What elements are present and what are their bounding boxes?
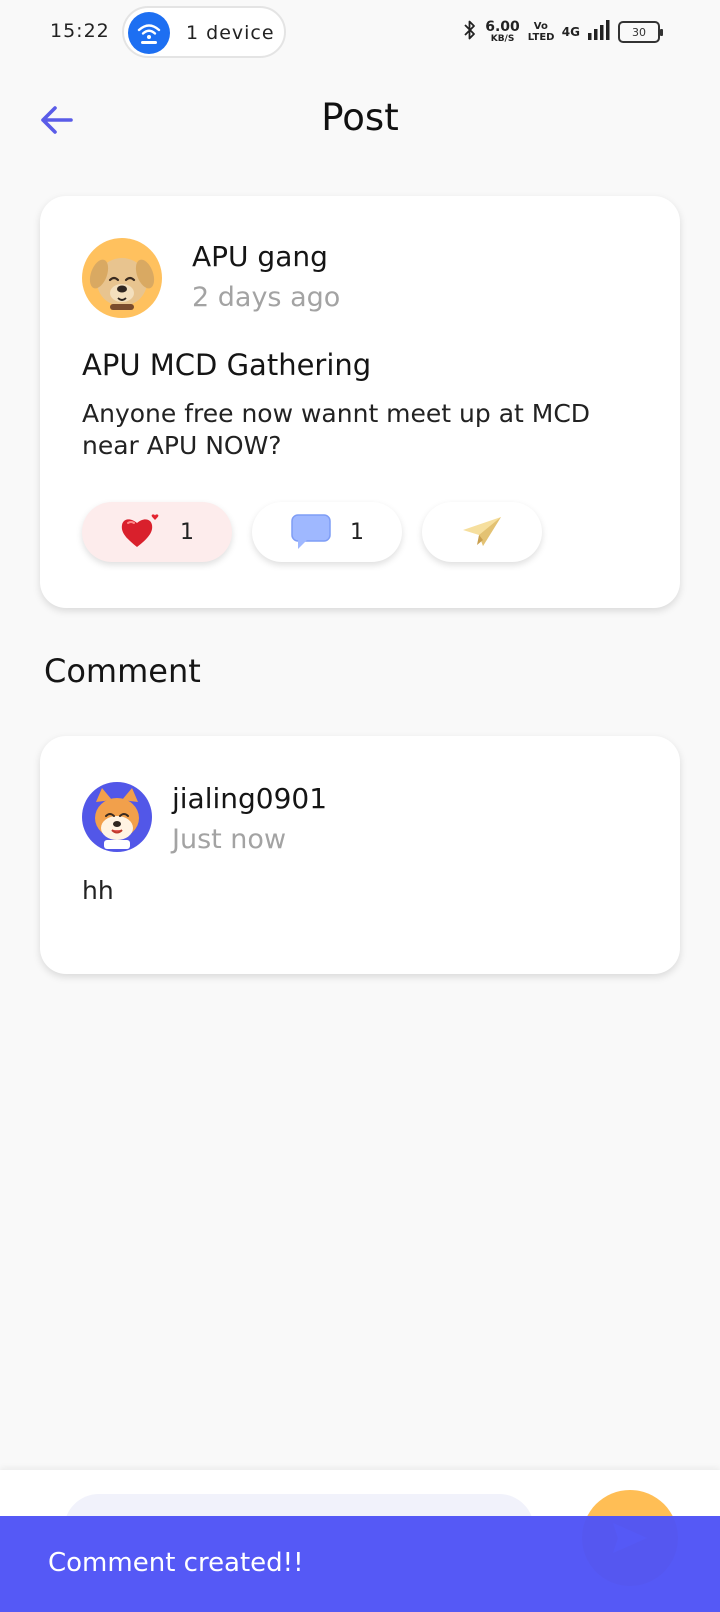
post-card: APU gang 2 days ago APU MCD Gathering An… [40,196,680,608]
status-bar: 15:22 1 device 6.00 KB/S Vo LTED 4G 30 [0,0,720,64]
shiba-avatar-icon[interactable] [82,782,152,852]
net-speed: 6.00 KB/S [485,18,520,44]
hotspot-indicator[interactable]: 1 device [122,6,286,58]
battery-icon: 30 [618,21,663,43]
bluetooth-icon [463,19,477,45]
comment-timestamp: Just now [172,824,287,855]
status-icons: 6.00 KB/S Vo LTED 4G 30 [463,18,663,46]
heart-icon [121,514,159,547]
like-button[interactable]: 1 [82,502,232,562]
snackbar-message: Comment created!! [48,1548,304,1578]
comment-card: jialing0901 Just now hh [40,736,680,974]
post-title: APU MCD Gathering [82,348,372,382]
net-speed-value: 6.00 [485,18,520,35]
post-author-name[interactable]: APU gang [192,240,328,273]
post-timestamp: 2 days ago [192,282,341,313]
speech-bubble-icon [291,514,331,549]
status-time: 15:22 [50,20,110,42]
network-type: 4G [561,24,580,39]
comment-text: hh [82,876,114,905]
share-button[interactable] [422,502,542,562]
post-body: Anyone free now wannt meet up at MCD nea… [82,399,591,460]
wifi-hotspot-icon [128,12,170,54]
comments-heading: Comment [44,652,201,690]
dog-avatar-icon[interactable] [82,238,162,318]
volte-indicator: Vo LTED [527,21,555,43]
like-count: 1 [180,519,194,545]
comment-author-name[interactable]: jialing0901 [172,782,327,815]
net-speed-unit: KB/S [490,33,515,44]
comment-button[interactable]: 1 [252,502,402,562]
hotspot-device-count: 1 device [186,22,275,44]
signal-icon [588,20,610,44]
page-title: Post [321,96,399,139]
paper-plane-icon [463,517,501,546]
snackbar: Comment created!! [0,1516,720,1612]
comment-count: 1 [350,519,364,545]
post-detail-screen: 15:22 1 device 6.00 KB/S Vo LTED 4G 30 P… [0,0,720,1612]
